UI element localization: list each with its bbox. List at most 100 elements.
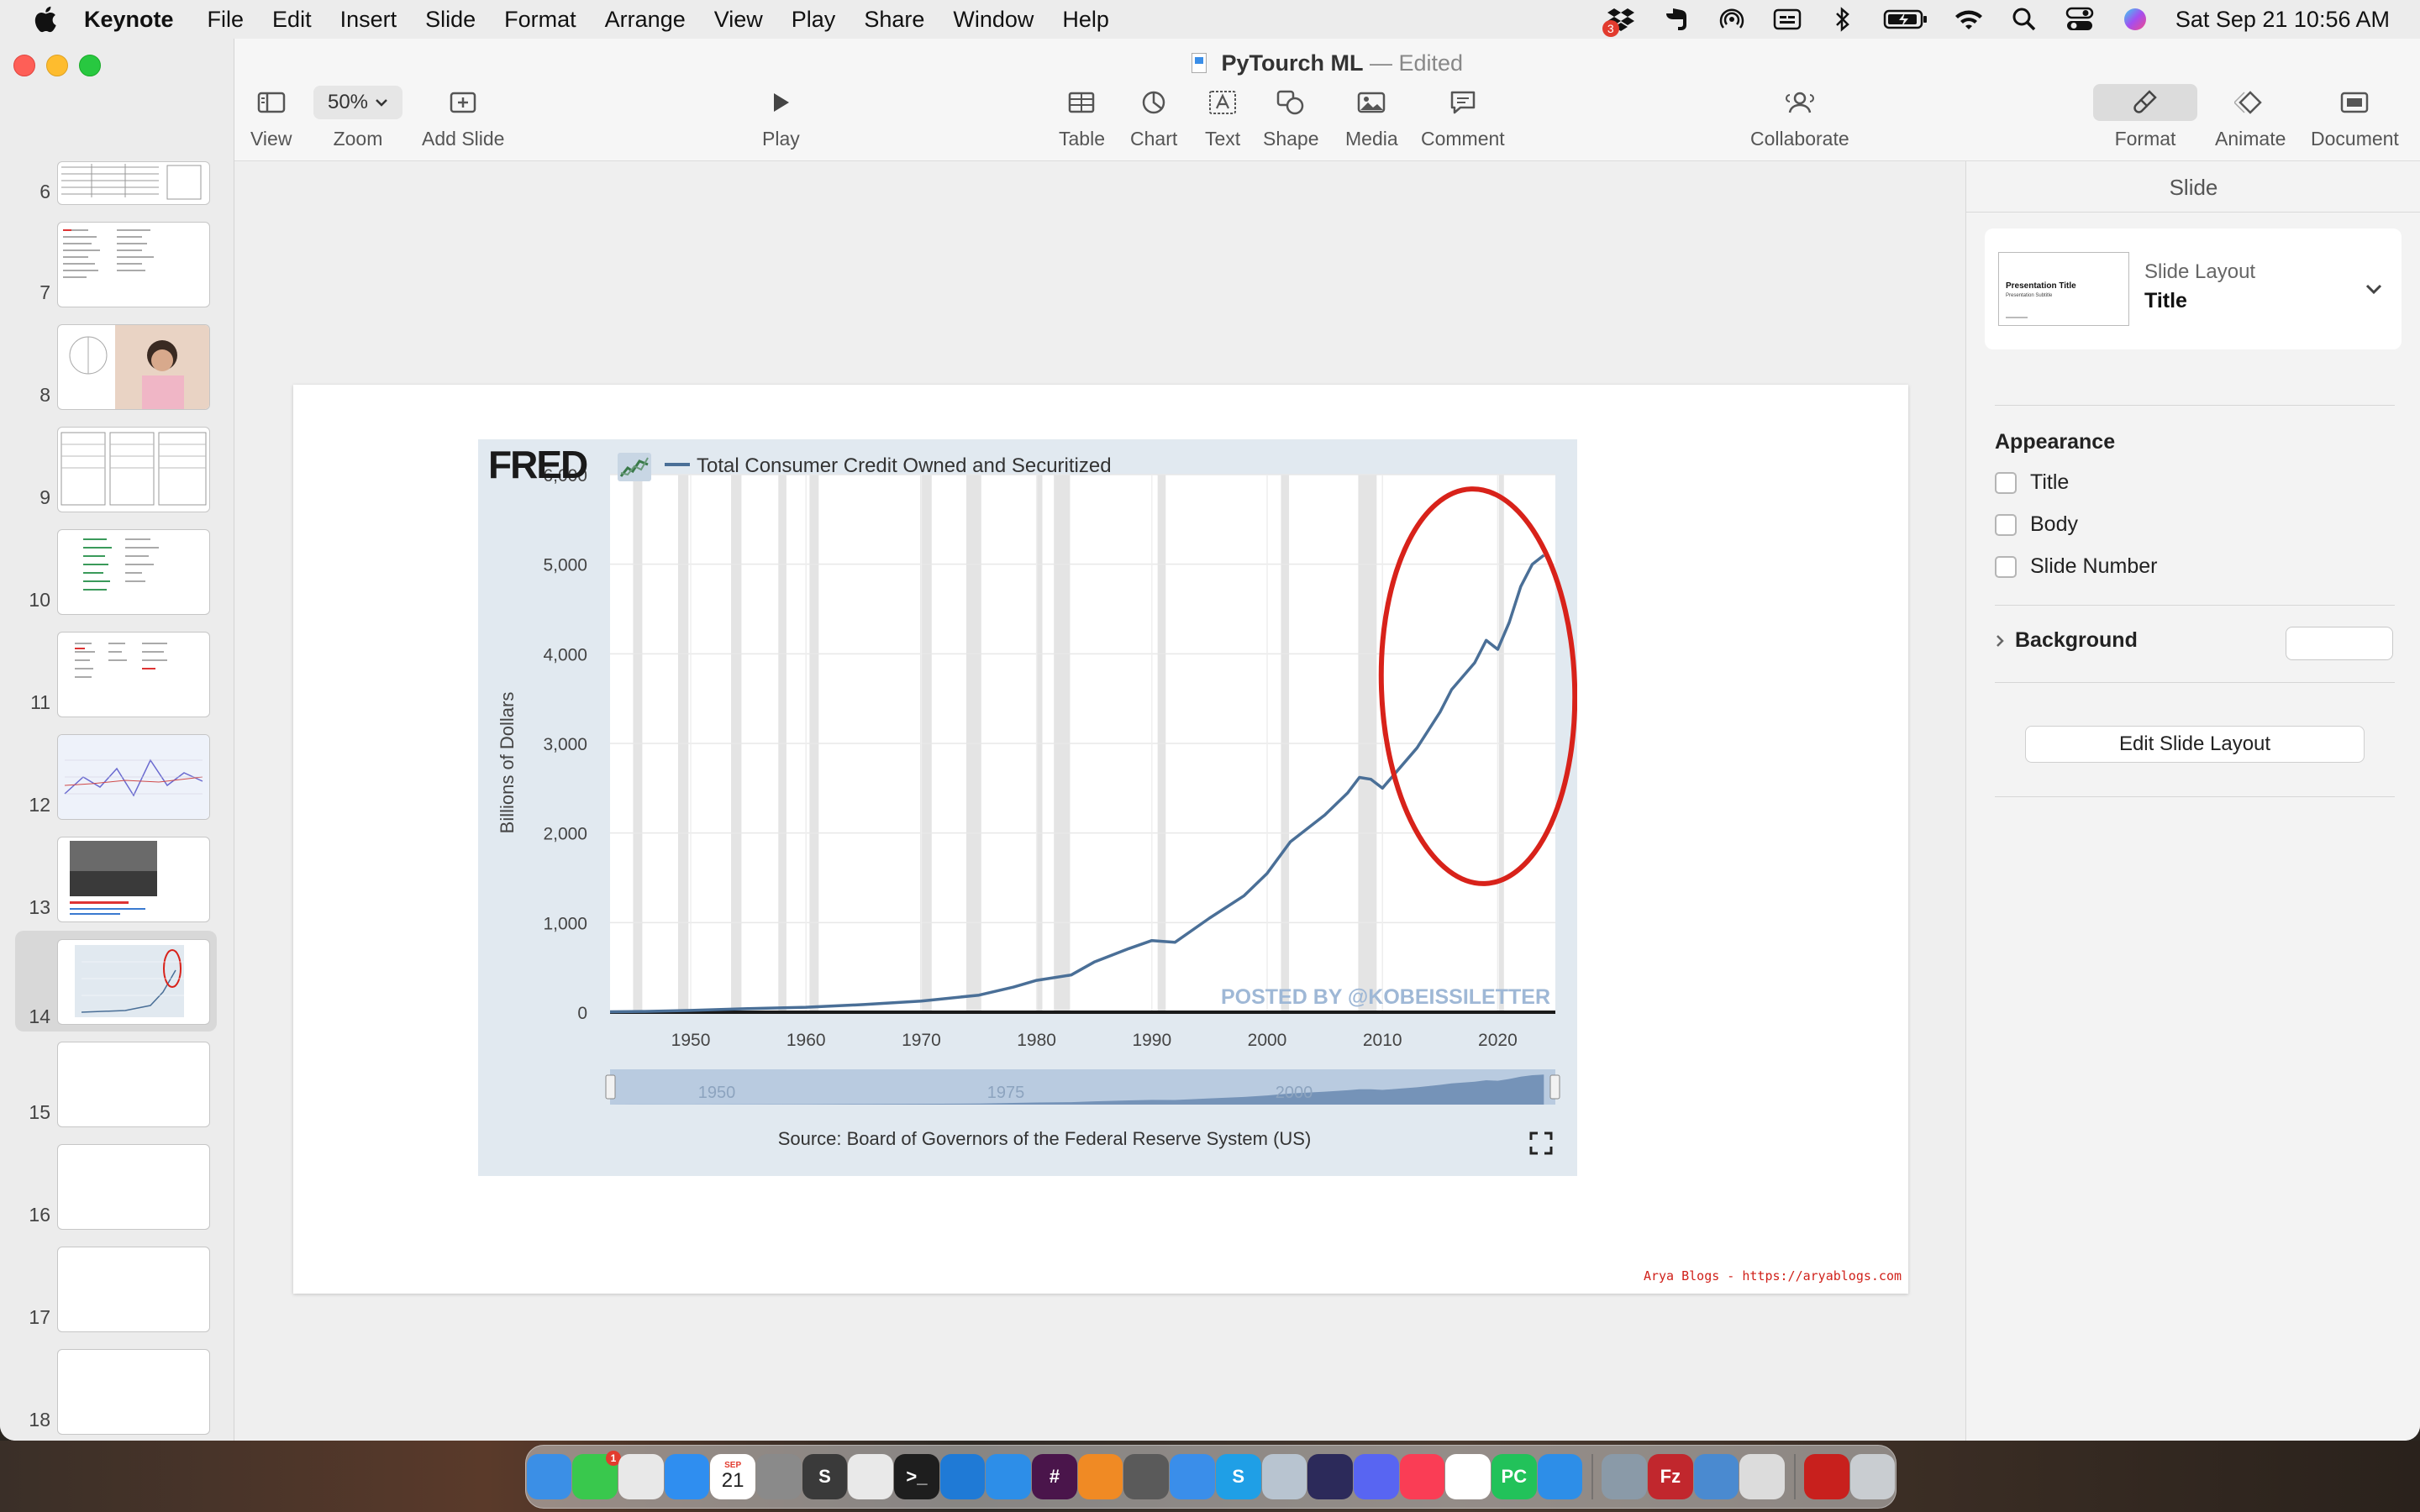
slide-layout-selector[interactable]: Presentation Title Presentation Subtitle… bbox=[1985, 228, 2402, 349]
slide-canvas[interactable]: 0 1,000 2,000 3,000 4,000 5,000 6,000 1950 1960… bbox=[234, 161, 1965, 1441]
range-handle-right[interactable] bbox=[1549, 1074, 1560, 1100]
control-center-icon[interactable] bbox=[2065, 7, 2095, 32]
title-checkbox[interactable] bbox=[1995, 471, 2017, 494]
dock-calendar-icon[interactable]: SEP 21 bbox=[710, 1454, 755, 1499]
dock-xcode-icon[interactable] bbox=[1170, 1454, 1215, 1499]
body-checkbox[interactable] bbox=[1995, 513, 2017, 536]
dock-chrome-icon[interactable] bbox=[848, 1454, 894, 1499]
slide-thumb-11[interactable]: 11 bbox=[0, 625, 234, 717]
close-window-button[interactable] bbox=[13, 55, 35, 76]
menu-bar-clock[interactable]: Sat Sep 21 10:56 AM bbox=[2175, 7, 2390, 33]
dock-preview-icon[interactable] bbox=[1602, 1454, 1648, 1499]
slide-thumb-10[interactable]: 10 bbox=[0, 522, 234, 615]
slide-14[interactable]: 0 1,000 2,000 3,000 4,000 5,000 6,000 1950 1960… bbox=[293, 385, 1908, 1294]
chart-button[interactable]: Chart bbox=[1130, 86, 1177, 150]
title-checkbox-row[interactable]: Title bbox=[1995, 470, 2069, 495]
slide-number-checkbox[interactable] bbox=[1995, 555, 2017, 578]
dock-filezilla-icon[interactable]: Fz bbox=[1648, 1454, 1693, 1499]
dock-trash-icon[interactable] bbox=[1849, 1454, 1896, 1499]
dock-terminal-icon[interactable]: >_ bbox=[894, 1454, 939, 1499]
menu-file[interactable]: File bbox=[208, 7, 245, 33]
dock-acrobat-icon[interactable] bbox=[1804, 1454, 1849, 1499]
siri-icon[interactable] bbox=[2120, 7, 2150, 32]
slide-thumb-12[interactable]: 12 bbox=[0, 727, 234, 820]
media-button[interactable]: Media bbox=[1345, 86, 1398, 150]
menu-insert[interactable]: Insert bbox=[340, 7, 397, 33]
dock-preview-settings-icon[interactable] bbox=[1261, 1454, 1307, 1499]
fullscreen-icon[interactable] bbox=[1529, 1131, 1553, 1155]
dock-launchpad-icon[interactable] bbox=[618, 1454, 664, 1499]
text-input-icon[interactable] bbox=[1772, 7, 1802, 32]
collaborate-button[interactable]: Collaborate bbox=[1750, 86, 1849, 150]
battery-icon[interactable] bbox=[1883, 7, 1928, 32]
dock-sublime-text-icon[interactable]: S bbox=[802, 1454, 848, 1499]
range-handle-left[interactable] bbox=[605, 1074, 616, 1100]
play-button[interactable]: Play bbox=[762, 86, 800, 150]
menu-keynote[interactable]: Keynote bbox=[84, 7, 174, 33]
dock-system-settings-icon[interactable] bbox=[755, 1454, 802, 1499]
chevron-right-icon[interactable] bbox=[1995, 633, 2005, 648]
slide-thumb-18[interactable]: 18 bbox=[0, 1342, 234, 1435]
dock-reminders-icon[interactable] bbox=[1445, 1454, 1491, 1499]
text-button[interactable]: Text bbox=[1205, 86, 1240, 150]
add-slide-button[interactable]: Add Slide bbox=[422, 86, 504, 150]
slide-thumb-13[interactable]: 13 bbox=[0, 830, 234, 922]
slide-thumb-6[interactable]: 6 bbox=[0, 155, 234, 207]
dock-network-utility-icon[interactable] bbox=[1693, 1454, 1739, 1499]
slide-thumb-15[interactable]: 15 bbox=[0, 1035, 234, 1127]
slide-thumb-14[interactable]: 14 bbox=[15, 931, 217, 1032]
slide-thumb-7[interactable]: 7 bbox=[0, 215, 234, 307]
zoom-control[interactable]: 50% Zoom bbox=[313, 86, 402, 150]
menu-format[interactable]: Format bbox=[504, 7, 576, 33]
fullscreen-window-button[interactable] bbox=[79, 55, 101, 76]
view-button[interactable]: View bbox=[250, 86, 292, 150]
shape-button[interactable]: Shape bbox=[1263, 86, 1319, 150]
dock-skype-icon[interactable]: S bbox=[1215, 1454, 1261, 1499]
slide-thumb-17[interactable]: 17 bbox=[0, 1240, 234, 1332]
dock-messages-icon[interactable]: 1 bbox=[572, 1451, 621, 1499]
background-color-well[interactable] bbox=[2286, 627, 2393, 660]
dock-safari-icon[interactable] bbox=[1537, 1454, 1583, 1499]
zoom-select[interactable]: 50% bbox=[313, 86, 402, 119]
dock-keynote-icon[interactable] bbox=[986, 1454, 1032, 1499]
dock-finder-icon[interactable] bbox=[526, 1454, 572, 1499]
document-button[interactable]: Document bbox=[2311, 86, 2399, 150]
menu-window[interactable]: Window bbox=[953, 7, 1034, 33]
menu-help[interactable]: Help bbox=[1062, 7, 1109, 33]
spotlight-icon[interactable] bbox=[2009, 7, 2039, 32]
fred-chart-image[interactable]: 0 1,000 2,000 3,000 4,000 5,000 6,000 1950 1960… bbox=[478, 439, 1578, 1176]
slide-thumb-9[interactable]: 9 bbox=[0, 420, 234, 512]
menu-share[interactable]: Share bbox=[864, 7, 924, 33]
dock-calculator-icon[interactable] bbox=[1123, 1454, 1170, 1499]
chevron-down-icon[interactable] bbox=[2365, 282, 2383, 296]
menu-play[interactable]: Play bbox=[792, 7, 836, 33]
wifi-icon[interactable] bbox=[1954, 7, 1984, 32]
dropbox-icon[interactable]: 3 bbox=[1602, 7, 1636, 37]
slide-thumb-16[interactable]: 16 bbox=[0, 1137, 234, 1230]
table-button[interactable]: Table bbox=[1059, 86, 1105, 150]
airdrop-icon[interactable] bbox=[1717, 7, 1747, 32]
menu-view[interactable]: View bbox=[714, 7, 763, 33]
dock-music-icon[interactable] bbox=[1399, 1454, 1445, 1499]
evernote-icon[interactable] bbox=[1661, 7, 1691, 32]
bluetooth-icon[interactable] bbox=[1828, 7, 1858, 32]
background-row[interactable]: Background bbox=[1995, 628, 2138, 653]
animate-button[interactable]: Animate bbox=[2215, 86, 2286, 150]
range-selector[interactable]: 1950 1975 2000 bbox=[605, 1069, 1560, 1105]
dock-slack-icon[interactable]: # bbox=[1032, 1454, 1077, 1499]
minimize-window-button[interactable] bbox=[46, 55, 68, 76]
body-checkbox-row[interactable]: Body bbox=[1995, 512, 2078, 537]
slide-thumb-8[interactable]: 8 bbox=[0, 318, 234, 410]
dock-vscode-icon[interactable] bbox=[939, 1454, 986, 1499]
menu-slide[interactable]: Slide bbox=[425, 7, 476, 33]
edit-slide-layout-button[interactable]: Edit Slide Layout bbox=[2025, 726, 2365, 763]
dock-eclipse-icon[interactable] bbox=[1307, 1454, 1353, 1499]
dock-discord-icon[interactable] bbox=[1353, 1454, 1399, 1499]
menu-edit[interactable]: Edit bbox=[272, 7, 312, 33]
slide-number-checkbox-row[interactable]: Slide Number bbox=[1995, 554, 2157, 579]
dock-pycharm-icon[interactable]: PC bbox=[1491, 1454, 1537, 1499]
dock-mail-icon[interactable] bbox=[664, 1454, 710, 1499]
menu-arrange[interactable]: Arrange bbox=[605, 7, 686, 33]
comment-button[interactable]: Comment bbox=[1421, 86, 1505, 150]
apple-logo-icon[interactable] bbox=[32, 4, 62, 34]
